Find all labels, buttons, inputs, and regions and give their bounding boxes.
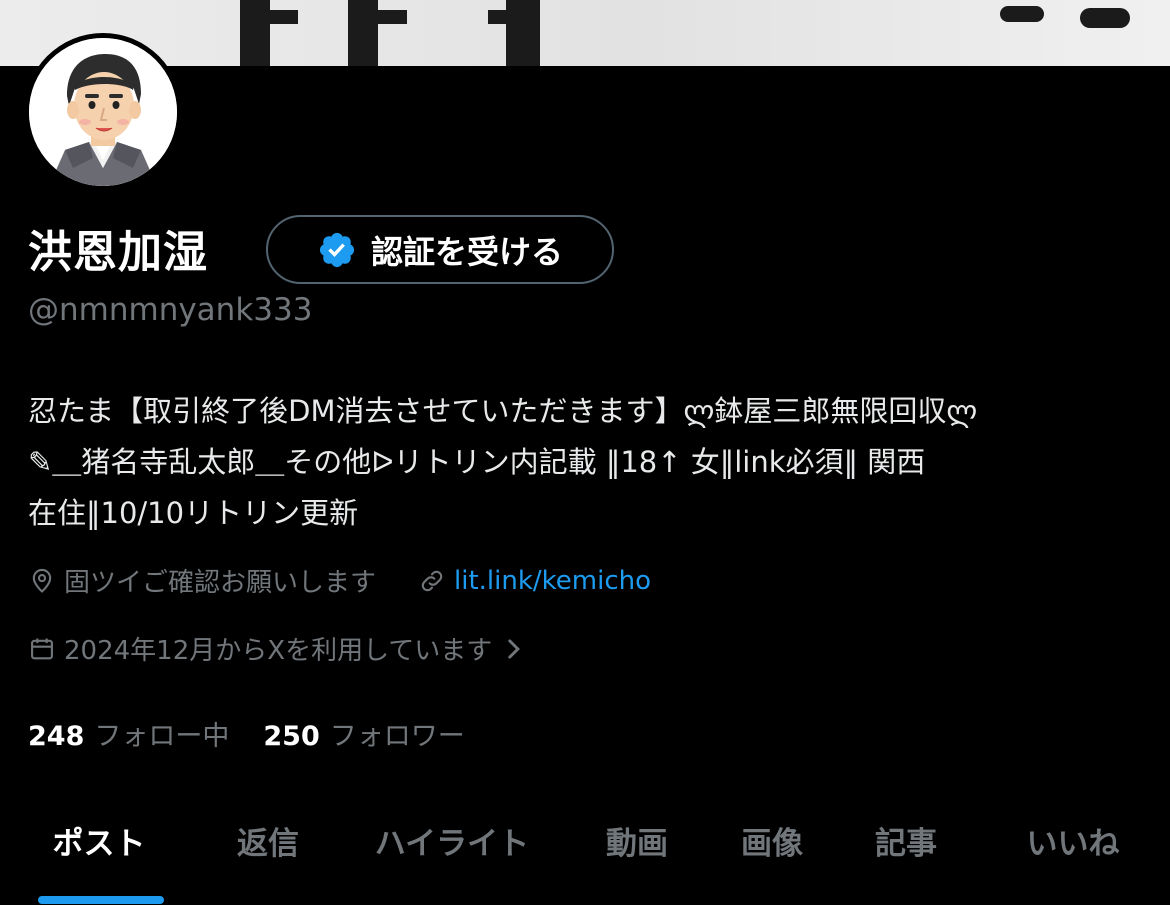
avatar[interactable] xyxy=(24,33,182,191)
tab-highlights[interactable]: ハイライト xyxy=(360,800,544,880)
following-count: 248 xyxy=(28,721,85,752)
profile-meta-row: 固ツイご確認お願いします lit.link/kemicho xyxy=(28,562,651,599)
bio: 忍たま【取引終了後DM消去させていただきます】ლ鉢屋三郎無限回収ლ ✎＿猪名寺乱… xyxy=(28,394,978,530)
profile-tabs: ポスト 返信 ハイライト 動画 画像 記事 いいね xyxy=(0,800,1170,905)
get-verified-button[interactable]: 認証を受ける xyxy=(266,215,614,284)
chevron-right-icon xyxy=(502,636,524,662)
followers-stat[interactable]: 250 フォロワー xyxy=(263,714,464,753)
verified-badge-icon xyxy=(317,230,357,270)
tab-images[interactable]: 画像 xyxy=(724,800,820,880)
get-verified-label: 認証を受ける xyxy=(370,232,563,271)
display-name: 洪恩加湿 xyxy=(28,227,208,278)
following-stat[interactable]: 248 フォロー中 xyxy=(28,714,229,753)
active-tab-indicator xyxy=(38,896,164,904)
link-icon xyxy=(418,567,446,595)
joined-text: 2024年12月からXを利用しています xyxy=(64,636,493,666)
tab-articles[interactable]: 記事 xyxy=(858,800,954,880)
following-label: フォロー中 xyxy=(94,721,230,752)
website-link[interactable]: lit.link/kemicho xyxy=(454,566,651,596)
followers-label: フォロワー xyxy=(329,721,465,752)
location-text: 固ツイご確認お願いします xyxy=(64,568,377,598)
location-pin-icon xyxy=(28,567,56,595)
tab-likes[interactable]: いいね xyxy=(1010,800,1136,880)
joined-row[interactable]: 2024年12月からXを利用しています xyxy=(28,630,532,667)
handle: @nmnmnyank333 xyxy=(28,292,313,328)
profile-banner[interactable] xyxy=(0,0,1170,66)
follow-stats: 248 フォロー中 250 フォロワー xyxy=(28,714,465,753)
calendar-icon xyxy=(28,635,56,663)
tab-replies[interactable]: 返信 xyxy=(218,800,318,880)
tab-videos[interactable]: 動画 xyxy=(590,800,684,880)
tab-posts[interactable]: ポスト xyxy=(36,800,162,880)
followers-count: 250 xyxy=(263,721,320,752)
